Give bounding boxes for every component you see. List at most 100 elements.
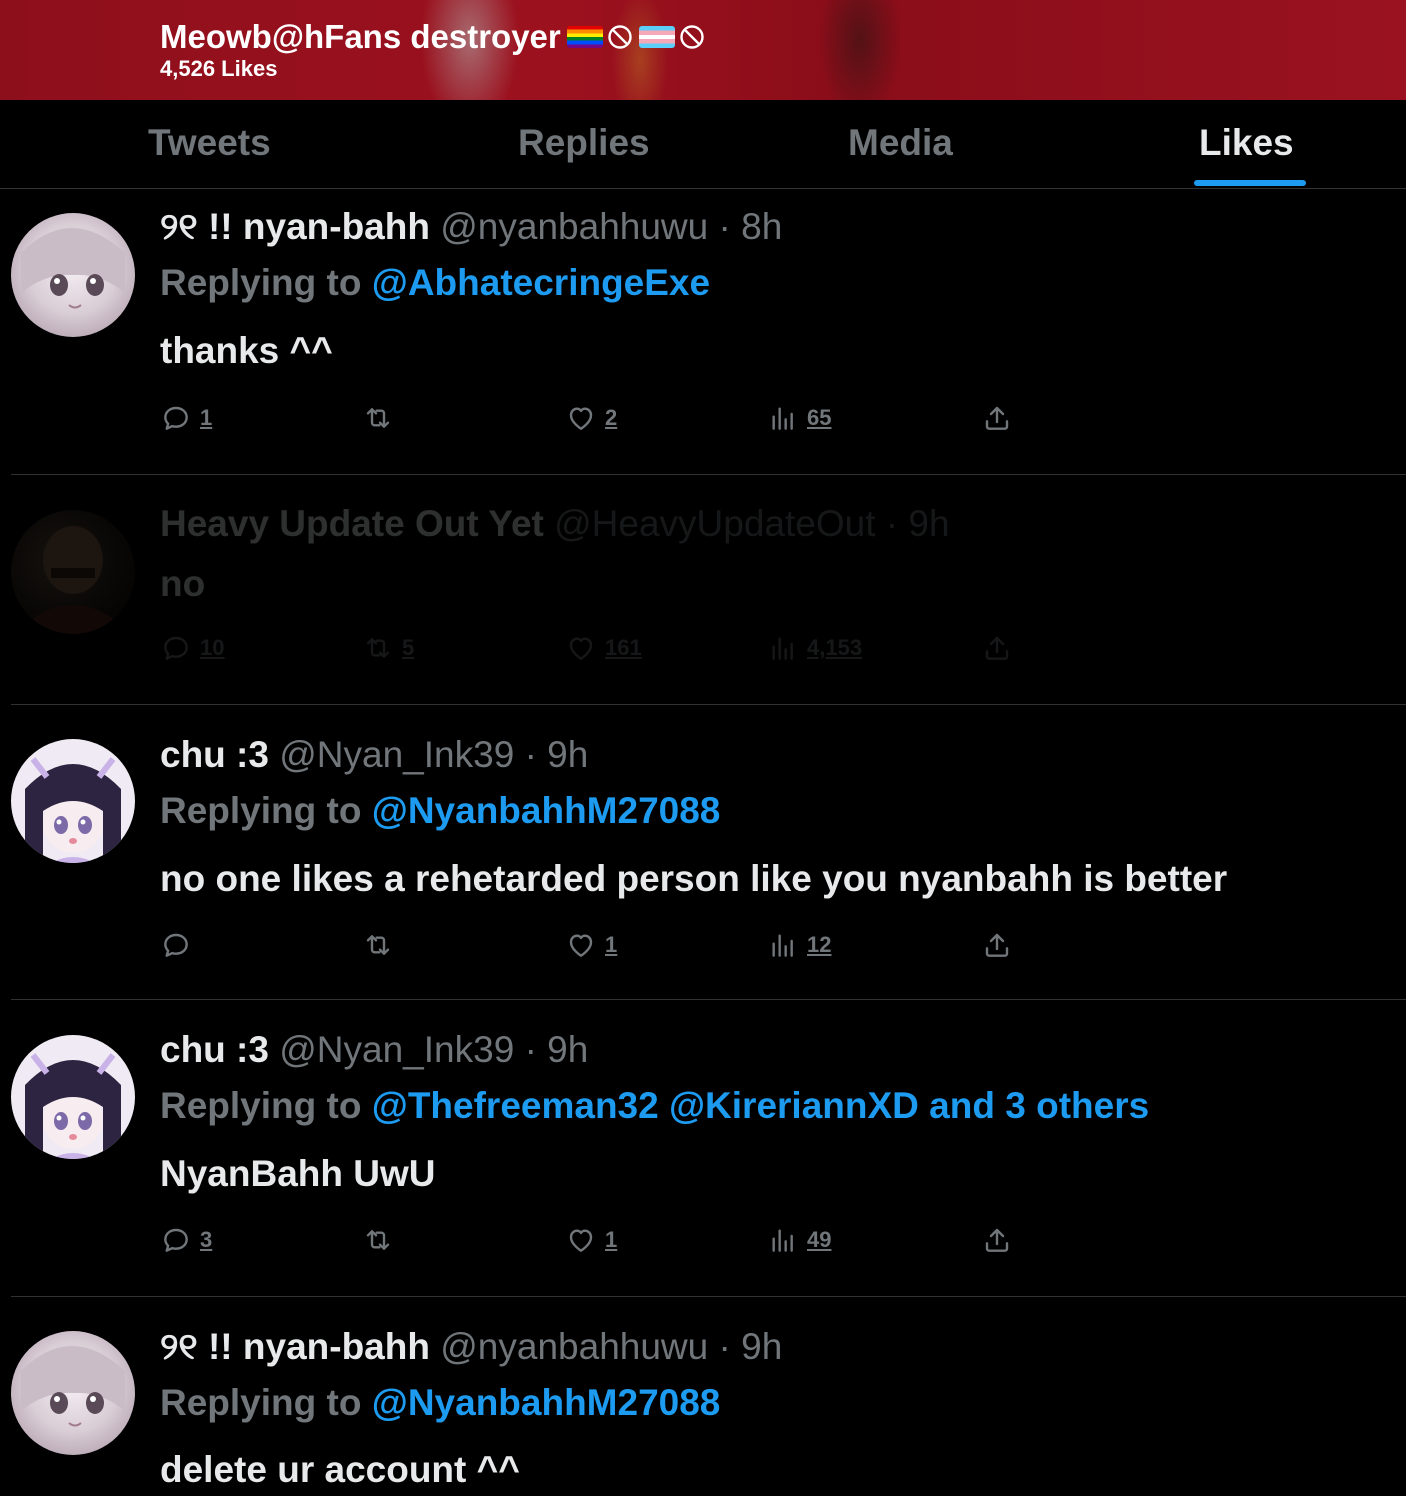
like-button[interactable]: 2 xyxy=(565,402,617,434)
like-button[interactable]: 1 xyxy=(565,1224,617,1256)
prohibited-icon xyxy=(680,25,704,49)
retweet-icon xyxy=(362,402,394,434)
share-icon xyxy=(981,402,1013,434)
retweet-icon xyxy=(362,1224,394,1256)
retweet-button[interactable] xyxy=(362,1224,402,1256)
tweet[interactable]: Heavy Update Out Yet @HeavyUpdateOut · 9… xyxy=(0,475,1406,705)
tweet-actions: 10 5 161 4,153 xyxy=(0,632,1406,672)
tab-replies[interactable]: Replies xyxy=(518,122,650,164)
heart-icon xyxy=(565,929,597,961)
replying-to-label: Replying to xyxy=(160,1382,362,1423)
profile-name: Meowb@hFans destroyer xyxy=(160,18,561,55)
share-button[interactable] xyxy=(981,632,1013,664)
tweet[interactable]: chu :3 @Nyan_Ink39 · 9h Replying to @Nya… xyxy=(0,705,1406,1000)
bar-chart-icon xyxy=(767,929,799,961)
mention-link[interactable]: @NyanbahhM27088 xyxy=(372,790,721,831)
avatar[interactable] xyxy=(11,213,135,337)
avatar[interactable] xyxy=(11,739,135,863)
reply-button[interactable]: 3 xyxy=(160,1224,212,1256)
tweet[interactable]: ୨୧ !! nyan-bahh @nyanbahhuwu · 9h Replyi… xyxy=(0,1297,1406,1496)
tab-likes[interactable]: Likes xyxy=(1199,122,1294,164)
author-handle[interactable]: @HeavyUpdateOut xyxy=(554,503,875,544)
replying-to: Replying to @NyanbahhM27088 xyxy=(160,790,720,832)
author-name[interactable]: Heavy Update Out Yet xyxy=(160,503,544,544)
like-button[interactable]: 1 xyxy=(565,929,617,961)
mention-link[interactable]: @NyanbahhM27088 xyxy=(372,1382,721,1423)
views-button[interactable]: 12 xyxy=(767,929,831,961)
mention-link[interactable]: @Thefreeman32 @KireriannXD and 3 others xyxy=(372,1085,1149,1126)
like-count: 2 xyxy=(605,405,618,430)
reply-button[interactable]: 1 xyxy=(160,402,212,434)
tweet-time[interactable]: · 9h xyxy=(525,1029,589,1070)
share-icon xyxy=(981,632,1013,664)
avatar[interactable] xyxy=(11,1035,135,1159)
author-handle[interactable]: @nyanbahhuwu xyxy=(440,206,708,247)
mention-link[interactable]: @AbhatecringeExe xyxy=(372,262,710,303)
tweet-meta: chu :3 @Nyan_Ink39 · 9h xyxy=(160,734,588,776)
share-button[interactable] xyxy=(981,1224,1013,1256)
tweet-actions: 3 1 49 xyxy=(0,1224,1406,1264)
replying-to: Replying to @Thefreeman32 @KireriannXD a… xyxy=(160,1085,1149,1127)
like-count: 1 xyxy=(605,932,618,957)
tweet-meta: Heavy Update Out Yet @HeavyUpdateOut · 9… xyxy=(160,503,950,545)
tweet-text: no xyxy=(160,563,206,604)
reply-button[interactable]: 10 xyxy=(160,632,224,664)
tweet[interactable]: ୨୧ !! nyan-bahh @nyanbahhuwu · 8h Replyi… xyxy=(0,188,1406,475)
likes-count: 4,526 Likes xyxy=(160,56,278,81)
tweet-time[interactable]: · 9h xyxy=(886,503,950,544)
reply-button[interactable] xyxy=(160,929,200,961)
tweet-time[interactable]: · 9h xyxy=(719,1326,783,1367)
like-count: 1 xyxy=(605,1227,618,1252)
retweet-icon xyxy=(362,929,394,961)
profile-name-row: Meowb@hFans destroyer xyxy=(160,18,705,56)
tweet-meta: ୨୧ !! nyan-bahh @nyanbahhuwu · 8h xyxy=(160,206,782,249)
author-name[interactable]: ୨୧ !! nyan-bahh xyxy=(160,206,430,247)
reply-count: 3 xyxy=(200,1227,213,1252)
view-count: 4,153 xyxy=(807,635,863,660)
replying-to-label: Replying to xyxy=(160,1085,362,1126)
tweet-actions: 1 12 xyxy=(0,929,1406,969)
tab-tweets[interactable]: Tweets xyxy=(148,122,271,164)
tab-media[interactable]: Media xyxy=(848,122,953,164)
replying-to-label: Replying to xyxy=(160,262,362,303)
replying-to-label: Replying to xyxy=(160,790,362,831)
author-name[interactable]: chu :3 xyxy=(160,1029,269,1070)
tweet-time[interactable]: · 9h xyxy=(525,734,589,775)
views-button[interactable]: 4,153 xyxy=(767,632,862,664)
author-handle[interactable]: @Nyan_Ink39 xyxy=(279,1029,514,1070)
avatar[interactable] xyxy=(11,1331,135,1455)
heart-icon xyxy=(565,402,597,434)
bar-chart-icon xyxy=(767,632,799,664)
tweet-time[interactable]: · 8h xyxy=(719,206,783,247)
reply-count: 10 xyxy=(200,635,225,660)
profile-header: Meowb@hFans destroyer 4,526 Likes xyxy=(0,0,1406,100)
share-button[interactable] xyxy=(981,929,1013,961)
bar-chart-icon xyxy=(767,402,799,434)
views-button[interactable]: 65 xyxy=(767,402,831,434)
share-button[interactable] xyxy=(981,402,1013,434)
reply-icon xyxy=(160,632,192,664)
retweet-button[interactable]: 5 xyxy=(362,632,414,664)
retweet-button[interactable] xyxy=(362,402,402,434)
tweet-text: thanks ^^ xyxy=(160,330,333,371)
retweet-icon xyxy=(362,632,394,664)
view-count: 65 xyxy=(807,405,832,430)
tweet[interactable]: chu :3 @Nyan_Ink39 · 9h Replying to @The… xyxy=(0,1000,1406,1297)
author-handle[interactable]: @nyanbahhuwu xyxy=(440,1326,708,1367)
replying-to: Replying to @NyanbahhM27088 xyxy=(160,1382,720,1424)
trans-flag-icon xyxy=(638,26,675,48)
views-button[interactable]: 49 xyxy=(767,1224,831,1256)
reply-icon xyxy=(160,402,192,434)
reply-icon xyxy=(160,929,192,961)
heart-icon xyxy=(565,632,597,664)
retweet-button[interactable] xyxy=(362,929,402,961)
retweet-count: 5 xyxy=(402,635,415,660)
avatar[interactable] xyxy=(11,510,135,634)
author-handle[interactable]: @Nyan_Ink39 xyxy=(279,734,514,775)
like-button[interactable]: 161 xyxy=(565,632,642,664)
author-name[interactable]: ୨୧ !! nyan-bahh xyxy=(160,1326,430,1367)
author-name[interactable]: chu :3 xyxy=(160,734,269,775)
active-tab-indicator xyxy=(1194,180,1306,186)
view-count: 12 xyxy=(807,932,832,957)
view-count: 49 xyxy=(807,1227,832,1252)
